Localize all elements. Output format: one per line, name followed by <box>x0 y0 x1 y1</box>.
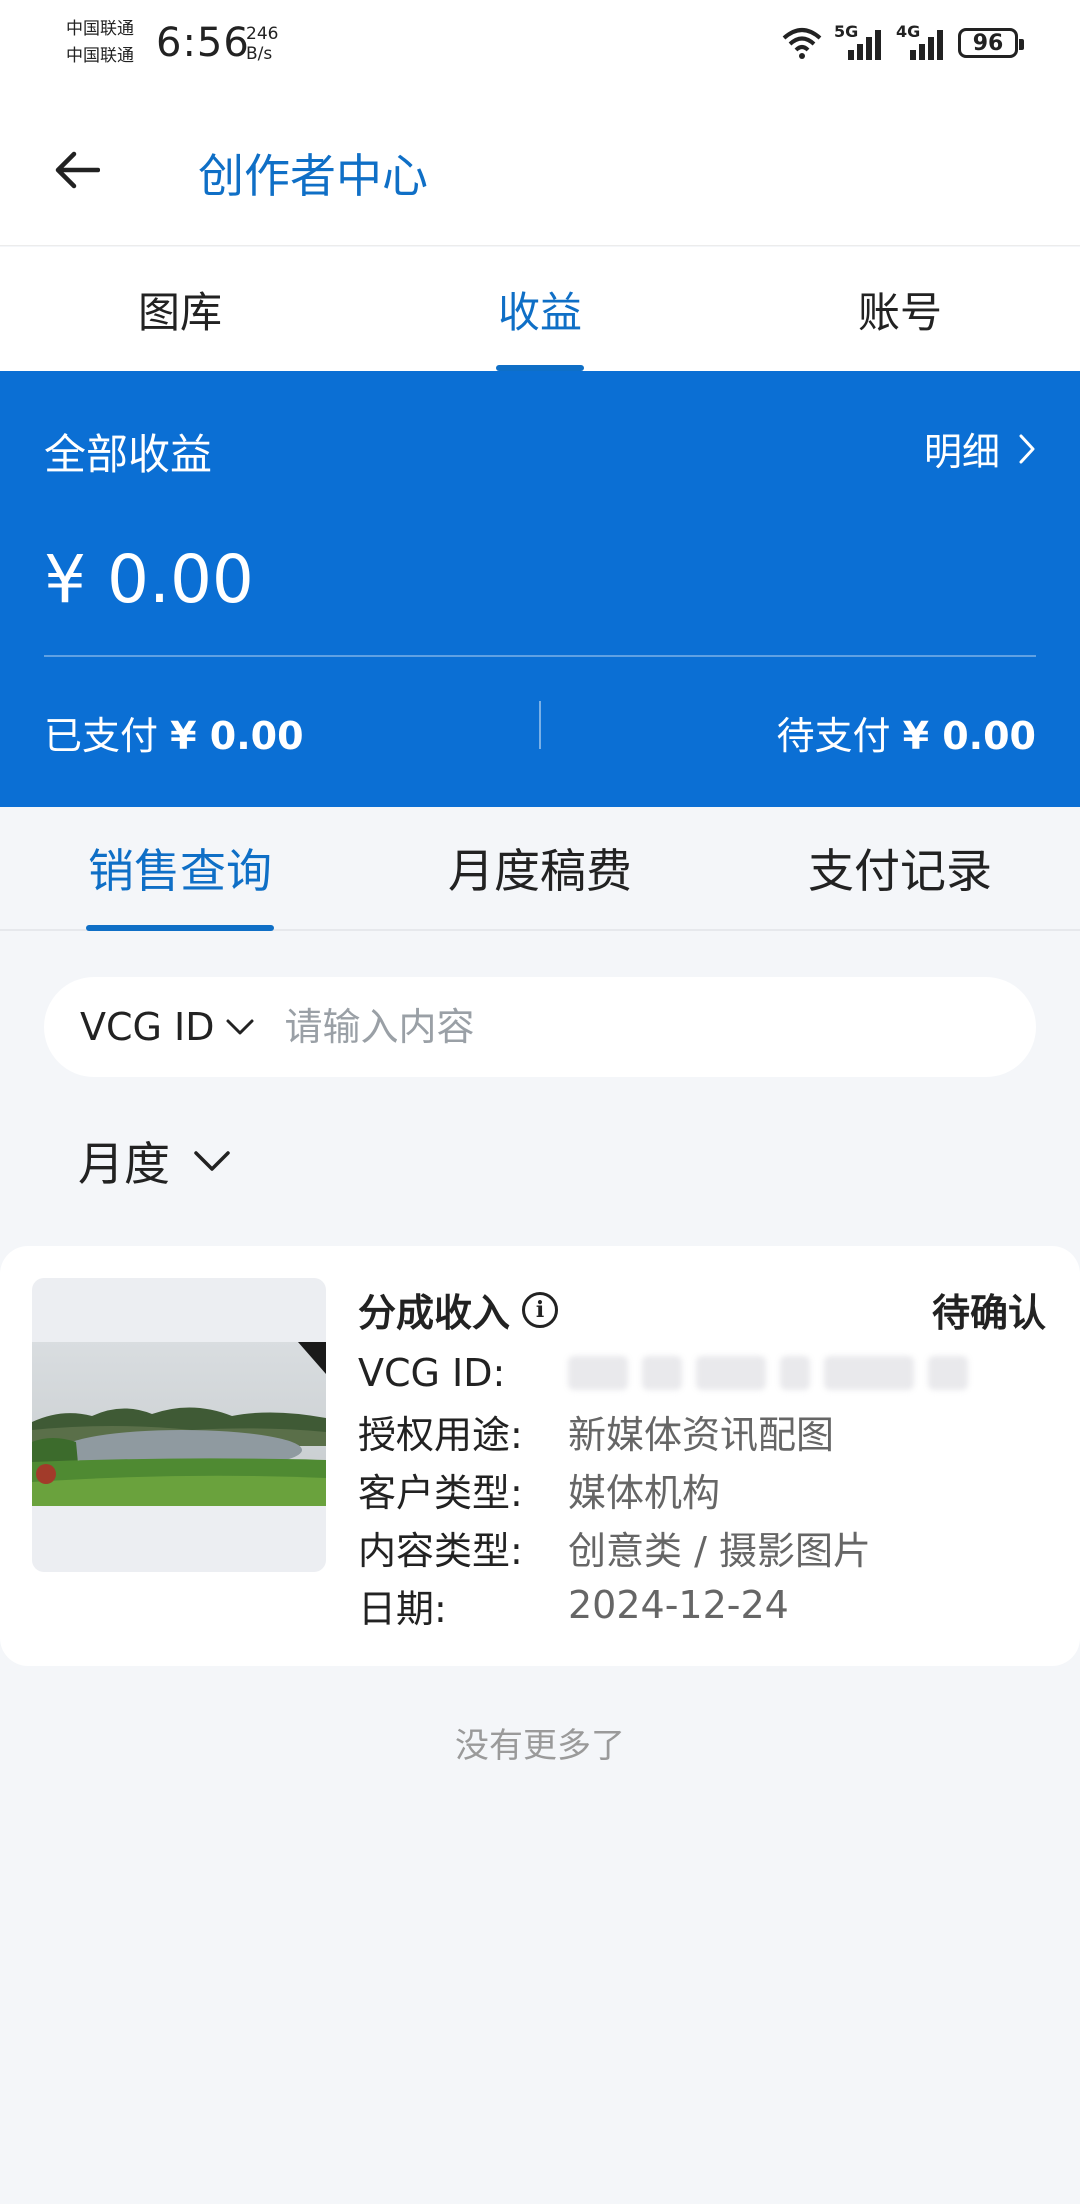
divider <box>44 655 1036 657</box>
search-type-dropdown[interactable]: VCG ID <box>80 1005 255 1049</box>
total-earnings-label: 全部收益 <box>44 430 213 479</box>
chevron-right-icon <box>1019 434 1035 463</box>
pending-amount: 待支付 ¥ 0.00 <box>776 705 1036 760</box>
sales-record-card[interactable]: 分成收入 i 待确认 VCG ID: 授权用途: 新媒体资讯配图 客户类型: 媒… <box>0 1246 1080 1666</box>
record-field-label: 日期: <box>358 1586 447 1631</box>
arrow-left-icon <box>55 151 100 189</box>
net-speed-unit: B/s <box>246 44 273 64</box>
info-icon[interactable]: i <box>522 1291 559 1328</box>
tab-sales-query-label: 销售查询 <box>88 844 272 898</box>
record-type-label: 分成收入 <box>358 1291 511 1335</box>
total-earnings-value: ¥ 0.00 <box>44 541 254 618</box>
record-field-value: 创意类 / 摄影图片 <box>568 1528 871 1573</box>
record-row-usage: 授权用途: 新媒体资讯配图 <box>358 1402 968 1460</box>
tab-gallery-label: 图库 <box>137 287 222 337</box>
carrier-2: 中国联通 <box>66 46 134 66</box>
details-link-label: 明细 <box>923 430 1000 474</box>
record-row-date: 日期: 2024-12-24 <box>358 1576 968 1634</box>
details-link[interactable]: 明细 <box>924 421 1036 476</box>
period-filter-dropdown[interactable]: 月度 <box>78 1128 232 1194</box>
record-field-value: 媒体机构 <box>568 1470 721 1515</box>
net-speed: 246 B/s <box>246 24 278 64</box>
tab-earnings[interactable]: 收益 <box>360 247 720 371</box>
vertical-divider <box>539 701 541 749</box>
record-field-label: VCG ID: <box>358 1351 506 1395</box>
record-type: 分成收入 i <box>358 1282 559 1337</box>
net-speed-value: 246 <box>246 24 279 44</box>
battery-icon: 96 <box>958 28 1024 58</box>
record-row-customer-type: 客户类型: 媒体机构 <box>358 1460 968 1518</box>
tab-account[interactable]: 账号 <box>720 247 1080 371</box>
search-input[interactable] <box>284 1005 925 1049</box>
record-field-label: 内容类型: <box>358 1528 523 1573</box>
status-icons: 5G 4G 96 <box>780 22 1024 60</box>
record-field-label: 授权用途: <box>358 1412 523 1457</box>
tab-monthly-fees-label: 月度稿费 <box>448 844 632 898</box>
record-field-value: 2024-12-24 <box>568 1583 789 1627</box>
earnings-sub-tabs: 销售查询 月度稿费 支付记录 <box>0 807 1080 931</box>
vcg-id-value-redacted <box>568 1356 968 1390</box>
search-type-label: VCG ID <box>80 1005 215 1049</box>
signal-4g-icon: 4G <box>896 22 948 60</box>
top-tabs: 图库 收益 账号 <box>0 247 1080 371</box>
carrier-labels: 中国联通 中国联通 <box>66 16 134 70</box>
earnings-summary-card: 全部收益 明细 ¥ 0.00 已支付 ¥ 0.00 待支付 ¥ 0.00 <box>0 371 1080 807</box>
paid-amount: 已支付 ¥ 0.00 <box>44 705 304 760</box>
record-details: VCG ID: 授权用途: 新媒体资讯配图 客户类型: 媒体机构 内容类型: 创… <box>358 1344 968 1634</box>
app-header: 创作者中心 <box>0 92 1080 246</box>
tab-payment-records[interactable]: 支付记录 <box>720 807 1080 929</box>
pending-value: ¥ 0.00 <box>902 714 1036 758</box>
tab-earnings-label: 收益 <box>497 287 582 337</box>
chevron-down-icon <box>226 1019 254 1035</box>
status-bar: 中国联通 中国联通 6:56 246 B/s 5G 4G 96 <box>0 0 1080 92</box>
pending-label: 待支付 <box>776 714 891 758</box>
tab-monthly-fees[interactable]: 月度稿费 <box>360 807 720 929</box>
tab-gallery[interactable]: 图库 <box>0 247 360 371</box>
carrier-1: 中国联通 <box>66 19 134 39</box>
record-status-badge: 待确认 <box>931 1291 1046 1335</box>
tab-sales-query[interactable]: 销售查询 <box>0 807 360 931</box>
record-field-label: 客户类型: <box>358 1470 523 1515</box>
tab-payment-records-label: 支付记录 <box>808 844 992 898</box>
tab-account-label: 账号 <box>857 287 942 337</box>
battery-level: 96 <box>972 30 1004 56</box>
paid-label: 已支付 <box>44 714 159 758</box>
search-bar: VCG ID <box>44 977 1036 1077</box>
chevron-down-icon <box>194 1151 230 1171</box>
paid-value: ¥ 0.00 <box>170 714 304 758</box>
subtab-active-indicator <box>86 925 274 931</box>
record-row-content-type: 内容类型: 创意类 / 摄影图片 <box>358 1518 968 1576</box>
end-of-list-text: 没有更多了 <box>455 1726 625 1766</box>
record-row-vcg-id: VCG ID: <box>358 1344 968 1402</box>
signal-5g-icon: 5G <box>834 22 886 60</box>
page-title: 创作者中心 <box>198 149 428 203</box>
wifi-icon <box>782 28 822 59</box>
back-button[interactable] <box>48 142 104 198</box>
clock: 6:56 <box>156 20 250 66</box>
record-field-value: 新媒体资讯配图 <box>568 1412 835 1457</box>
period-filter-label: 月度 <box>78 1137 170 1191</box>
lake-photo-thumbnail <box>32 1342 326 1506</box>
record-thumbnail[interactable] <box>32 1278 326 1572</box>
